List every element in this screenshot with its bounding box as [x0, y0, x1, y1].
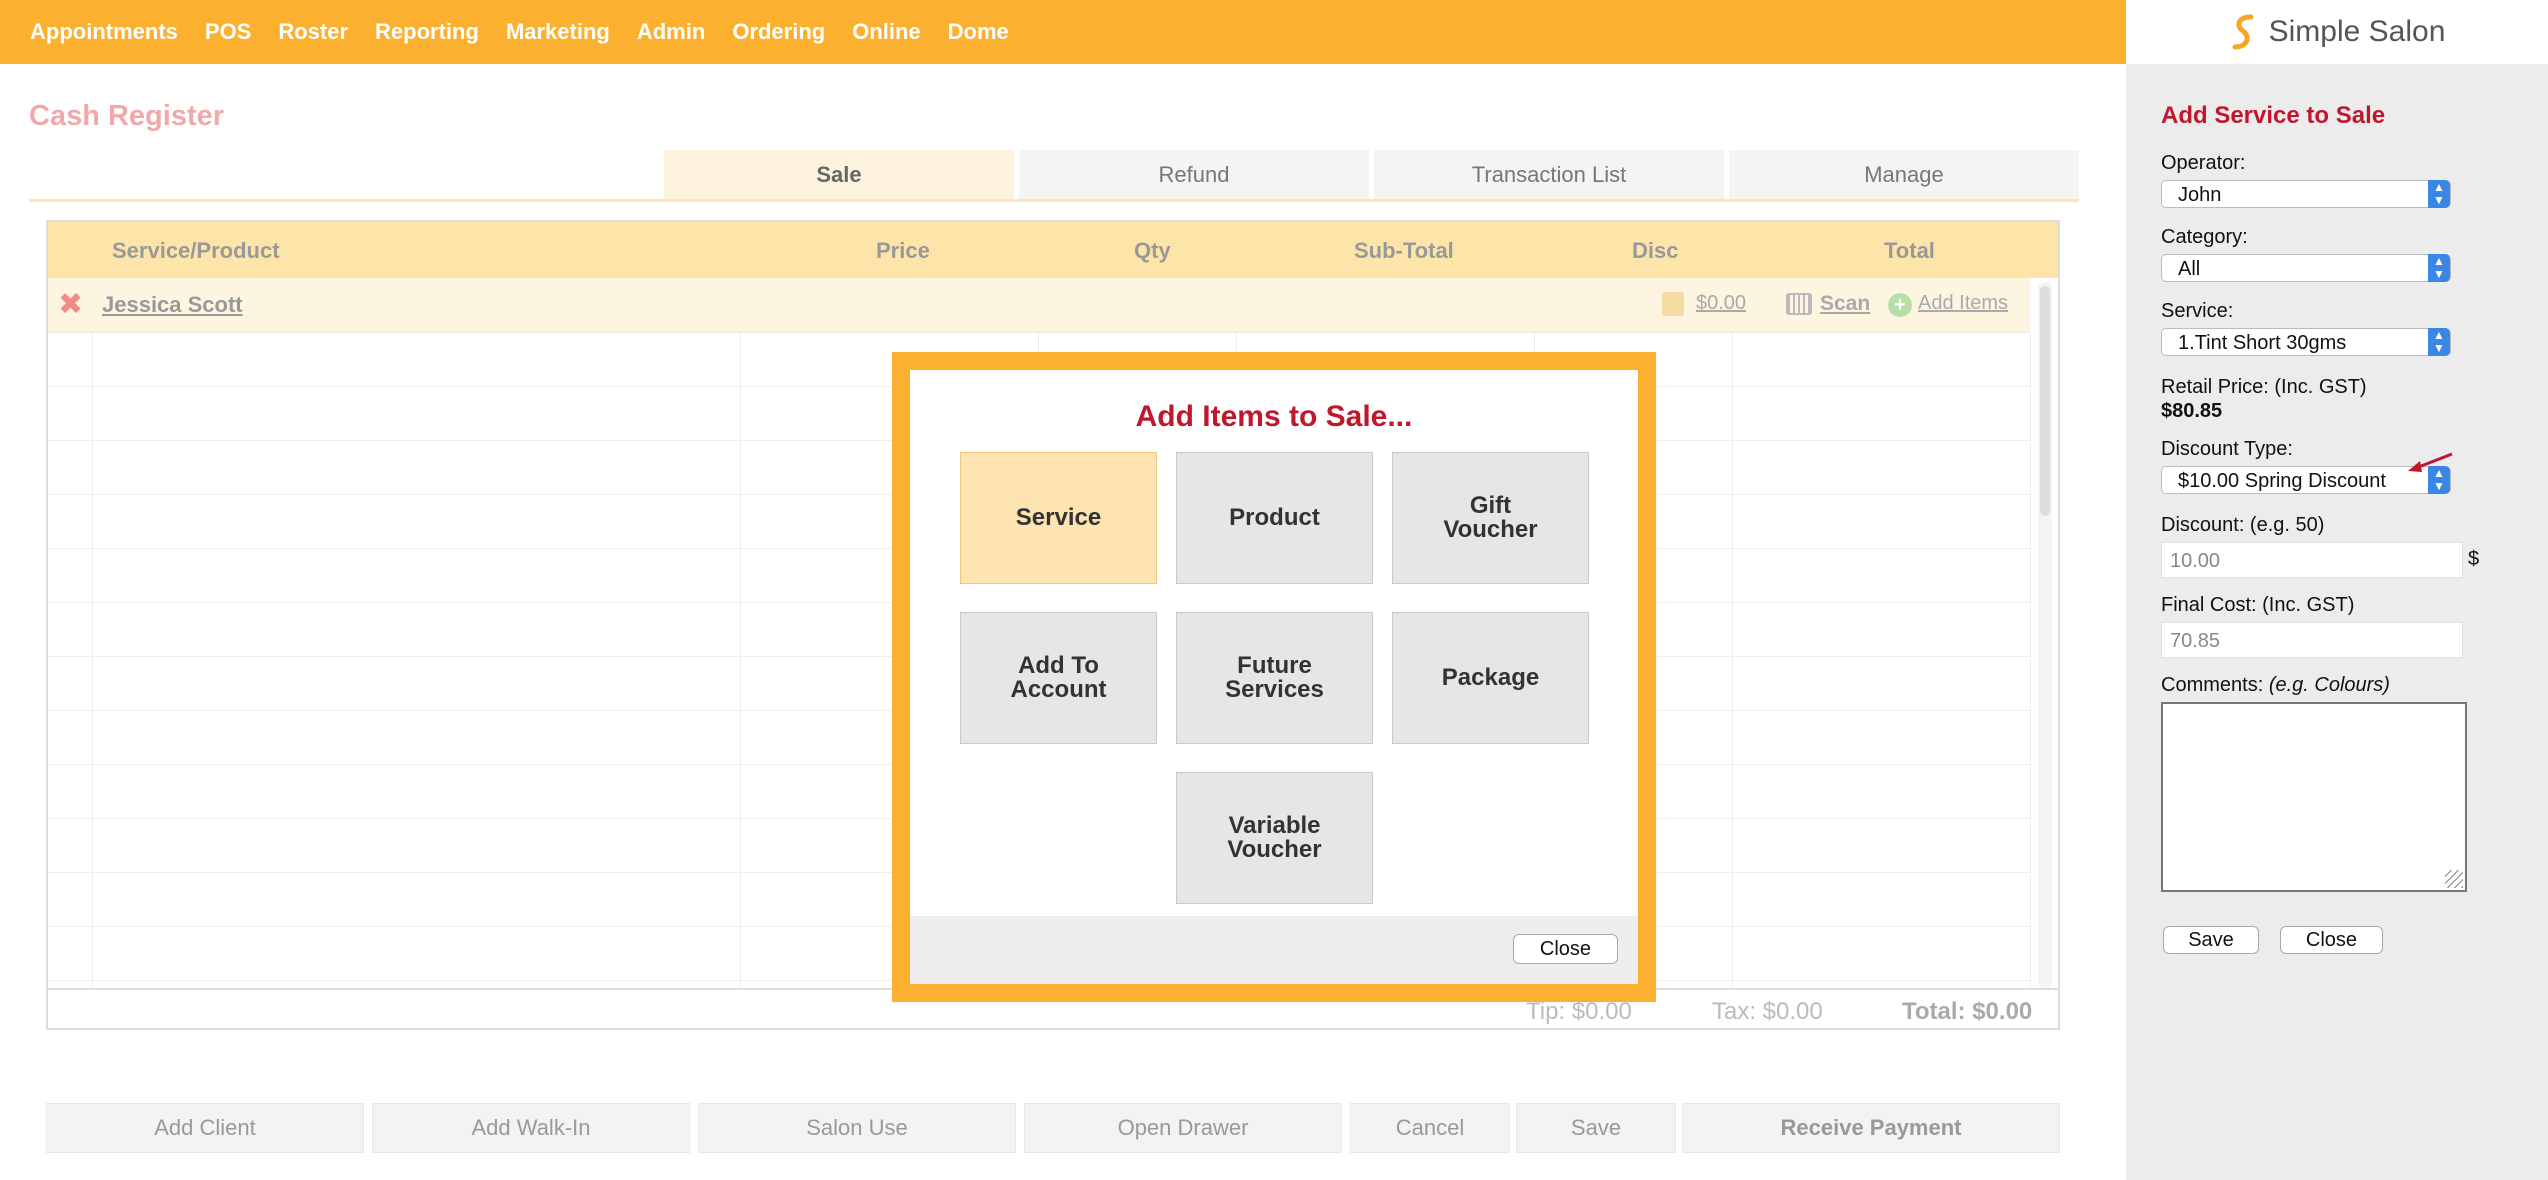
add-circle-icon[interactable]: + [1888, 293, 1912, 317]
comments-label-text: Comments: [2161, 674, 2264, 696]
remove-client-icon[interactable]: ✖ [58, 290, 83, 320]
operator-value: John [2178, 184, 2222, 206]
nav-roster[interactable]: Roster [278, 19, 348, 45]
salon-use-button[interactable]: Salon Use [698, 1103, 1016, 1153]
retail-price-value: $80.85 [2161, 400, 2223, 422]
tax-total: Tax: $0.00 [1712, 998, 1823, 1025]
client-row: ✖ Jessica Scott $0.00 Scan + Add Items [48, 278, 2030, 332]
add-walk-in-button[interactable]: Add Walk-In [372, 1103, 690, 1153]
tile-service[interactable]: Service [960, 452, 1157, 584]
grand-total: Total: $0.00 [1902, 998, 2033, 1025]
logo[interactable]: Simple Salon [2126, 0, 2548, 64]
add-items-modal: Add Items to Sale... Service Product Gif… [892, 352, 1656, 1002]
modal-body: Add Items to Sale... Service Product Gif… [910, 370, 1638, 984]
tab-transaction-list[interactable]: Transaction List [1374, 150, 1724, 200]
grid-divider [1732, 332, 1733, 988]
nav-dome[interactable]: Dome [948, 19, 1009, 45]
cancel-button[interactable]: Cancel [1350, 1103, 1510, 1153]
tile-product[interactable]: Product [1176, 452, 1373, 584]
tip-icon[interactable] [1662, 292, 1684, 316]
col-qty: Qty [1134, 238, 1171, 263]
comments-hint: (e.g. Colours) [2268, 674, 2390, 696]
receive-payment-button[interactable]: Receive Payment [1682, 1103, 2060, 1153]
open-drawer-button[interactable]: Open Drawer [1024, 1103, 1342, 1153]
logo-text: Simple Salon [2268, 15, 2446, 48]
footer-buttons: Add Client Add Walk-In Salon Use Open Dr… [46, 1103, 2060, 1153]
scan-link[interactable]: Scan [1820, 292, 1870, 316]
save-button[interactable]: Save [1516, 1103, 1676, 1153]
discount-input[interactable]: 10.00 [2161, 542, 2463, 578]
table-header: Service/Product Price Qty Sub-Total Disc… [48, 222, 2058, 278]
red-arrow-annotation-icon [2408, 452, 2453, 472]
modal-footer: Close [910, 916, 1638, 984]
category-select[interactable]: All ▲ ▼ [2161, 254, 2451, 282]
add-service-panel: Add Service to Sale Operator: John ▲ ▼ Ca… [2126, 64, 2548, 1180]
tip-amount-link[interactable]: $0.00 [1696, 292, 1746, 315]
operator-select[interactable]: John ▲ ▼ [2161, 180, 2451, 208]
col-service-product: Service/Product [112, 238, 280, 263]
discount-type-value: $10.00 Spring Discount [2178, 470, 2386, 492]
tab-underline [29, 199, 2079, 202]
service-select[interactable]: 1.Tint Short 30gms ▲ ▼ [2161, 328, 2451, 356]
nav-ordering[interactable]: Ordering [732, 19, 825, 45]
nav-admin[interactable]: Admin [637, 19, 705, 45]
tile-variable-voucher[interactable]: Variable Voucher [1176, 772, 1373, 904]
simple-salon-logo-icon [2232, 14, 2254, 50]
modal-close-button[interactable]: Close [1513, 934, 1618, 964]
select-arrows-icon: ▲ ▼ [2428, 180, 2450, 208]
add-client-button[interactable]: Add Client [46, 1103, 364, 1153]
tile-future-services[interactable]: Future Services [1176, 612, 1373, 744]
col-sub-total: Sub-Total [1354, 238, 1454, 263]
select-arrows-icon: ▲ ▼ [2428, 328, 2450, 356]
tab-sale[interactable]: Sale [664, 150, 1014, 200]
tile-gift-voucher[interactable]: Gift Voucher [1392, 452, 1589, 584]
final-cost-label: Final Cost: (Inc. GST) [2161, 594, 2355, 616]
comments-textarea[interactable] [2161, 702, 2467, 892]
nav-pos[interactable]: POS [205, 19, 251, 45]
discount-unit: $ [2468, 548, 2480, 570]
page-title: Cash Register [29, 100, 225, 132]
discount-type-label: Discount Type: [2161, 438, 2293, 460]
nav-online[interactable]: Online [852, 19, 920, 45]
category-label: Category: [2161, 226, 2248, 248]
retail-price-label: Retail Price: (Inc. GST) [2161, 376, 2367, 398]
final-cost-input[interactable]: 70.85 [2161, 622, 2463, 658]
modal-title: Add Items to Sale... [1135, 400, 1413, 433]
col-total: Total [1884, 238, 1935, 263]
nav-marketing[interactable]: Marketing [506, 19, 610, 45]
select-arrows-icon: ▲ ▼ [2428, 254, 2450, 282]
panel-close-button[interactable]: Close [2280, 926, 2383, 954]
service-value: 1.Tint Short 30gms [2178, 332, 2347, 354]
discount-label: Discount: (e.g. 50) [2161, 514, 2325, 536]
nav-appointments[interactable]: Appointments [30, 19, 178, 45]
grid-divider [92, 332, 93, 988]
service-label: Service: [2161, 300, 2234, 322]
barcode-icon[interactable] [1786, 293, 1812, 315]
grid-divider [2030, 332, 2031, 988]
comments-label: Comments: (e.g. Colours) [2161, 674, 2390, 697]
tip-total: Tip: $0.00 [1526, 998, 1632, 1025]
register-tabs: Sale Refund Transaction List Manage [664, 150, 2084, 200]
scrollbar-thumb[interactable] [2040, 286, 2050, 516]
category-value: All [2178, 258, 2201, 280]
nav-reporting[interactable]: Reporting [375, 19, 479, 45]
grid-divider [740, 332, 741, 988]
resize-grip-icon[interactable] [2445, 870, 2463, 888]
cash-register-app: Appointments POS Roster Reporting Market… [0, 0, 2548, 1180]
tile-add-to-account[interactable]: Add To Account [960, 612, 1157, 744]
panel-title: Add Service to Sale [2161, 102, 2386, 129]
col-disc: Disc [1632, 238, 1679, 263]
col-price: Price [876, 238, 930, 263]
tab-refund[interactable]: Refund [1019, 150, 1369, 200]
tab-manage[interactable]: Manage [1729, 150, 2079, 200]
table-scrollbar[interactable] [2038, 282, 2052, 988]
add-items-link[interactable]: Add Items [1918, 292, 2008, 315]
operator-label: Operator: [2161, 152, 2246, 174]
main-nav: Appointments POS Roster Reporting Market… [0, 0, 2126, 64]
panel-save-button[interactable]: Save [2163, 926, 2259, 954]
client-name-link[interactable]: Jessica Scott [102, 292, 243, 318]
tile-package[interactable]: Package [1392, 612, 1589, 744]
